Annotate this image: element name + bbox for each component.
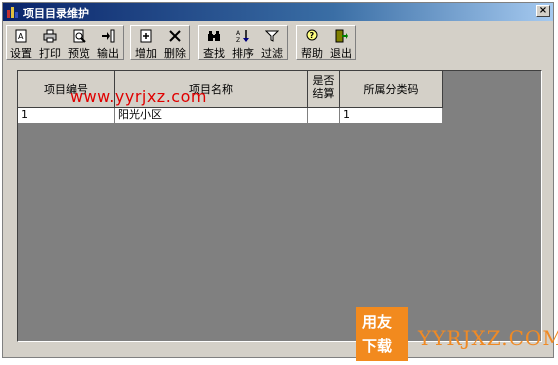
delete-label: 删除 xyxy=(164,47,186,60)
watermark-logo-bottom: 下载 xyxy=(362,337,393,355)
help-icon: ? xyxy=(306,29,318,41)
column-header-category-label: 所属分类码 xyxy=(363,83,419,96)
print-button[interactable]: 打印 xyxy=(37,27,63,60)
settings-doc-icon: A xyxy=(15,29,27,43)
sort-button[interactable]: AZ 排序 xyxy=(230,27,256,60)
preview-button[interactable]: 预览 xyxy=(66,27,92,60)
preview-label: 预览 xyxy=(68,47,90,60)
toolbar-group-output: A 设置 打印 预览 输出 xyxy=(6,25,124,60)
table-cell-category[interactable]: 1 xyxy=(340,108,443,124)
add-icon xyxy=(140,29,152,43)
project-table[interactable]: 项目编号 项目名称 是否 结算 所属分类码 1 阳光小区 1 xyxy=(17,70,542,342)
filter-button[interactable]: 过滤 xyxy=(259,27,285,60)
watermark-logo: 用友 下载 xyxy=(356,307,408,361)
export-button[interactable]: 输出 xyxy=(95,27,121,60)
app-icon xyxy=(7,7,18,18)
svg-text:?: ? xyxy=(310,31,315,40)
print-label: 打印 xyxy=(39,47,61,60)
toolbar-group-edit: 增加 删除 xyxy=(130,25,190,60)
svg-text:Z: Z xyxy=(236,37,240,43)
watermark-site: YYRJXZ.COM xyxy=(418,326,558,350)
table-cell-settled[interactable] xyxy=(308,108,340,124)
help-button[interactable]: ? 帮助 xyxy=(299,27,325,60)
export-label: 输出 xyxy=(97,47,119,60)
settings-button[interactable]: A 设置 xyxy=(8,27,34,60)
help-label: 帮助 xyxy=(301,47,323,60)
svg-text:A: A xyxy=(236,30,241,37)
add-label: 增加 xyxy=(135,47,157,60)
table-cell-name[interactable]: 阳光小区 xyxy=(115,108,308,124)
main-window: 项目目录维护 × A 设置 打印 预览 输出 增加 删除 查找 A Z 排序 过… xyxy=(2,2,554,358)
watermark-url: www.yyrjxz.com xyxy=(70,87,207,106)
preview-icon xyxy=(73,29,86,43)
column-header-settled-line1: 是否 xyxy=(312,74,335,87)
table-cell-code[interactable]: 1 xyxy=(18,108,115,124)
settings-label: 设置 xyxy=(10,47,32,60)
toolbar-group-query: 查找 AZ 排序 过滤 xyxy=(198,25,288,60)
add-button[interactable]: 增加 xyxy=(133,27,159,60)
printer-icon xyxy=(43,29,57,43)
column-header-settled-line2: 结算 xyxy=(312,87,335,100)
exit-icon xyxy=(335,29,348,43)
exit-label: 退出 xyxy=(330,47,352,60)
column-header-category[interactable]: 所属分类码 xyxy=(340,71,443,108)
sort-label: 排序 xyxy=(232,47,254,60)
sort-az-icon: AZ xyxy=(236,30,249,43)
svg-text:A: A xyxy=(18,32,24,41)
find-button[interactable]: 查找 xyxy=(201,27,227,60)
close-button[interactable]: × xyxy=(536,5,550,17)
export-icon xyxy=(102,29,115,43)
exit-button[interactable]: 退出 xyxy=(328,27,354,60)
window-title: 项目目录维护 xyxy=(23,7,89,20)
filter-label: 过滤 xyxy=(261,47,283,60)
column-header-settled[interactable]: 是否 结算 xyxy=(308,71,340,108)
find-label: 查找 xyxy=(203,47,225,60)
watermark-logo-top: 用友 xyxy=(362,313,393,331)
title-bar[interactable]: 项目目录维护 × xyxy=(3,3,553,21)
toolbar-group-misc: ? 帮助 退出 xyxy=(296,25,356,60)
delete-icon xyxy=(169,30,181,42)
binoculars-icon xyxy=(208,31,220,41)
filter-icon xyxy=(265,30,279,42)
delete-button[interactable]: 删除 xyxy=(162,27,188,60)
